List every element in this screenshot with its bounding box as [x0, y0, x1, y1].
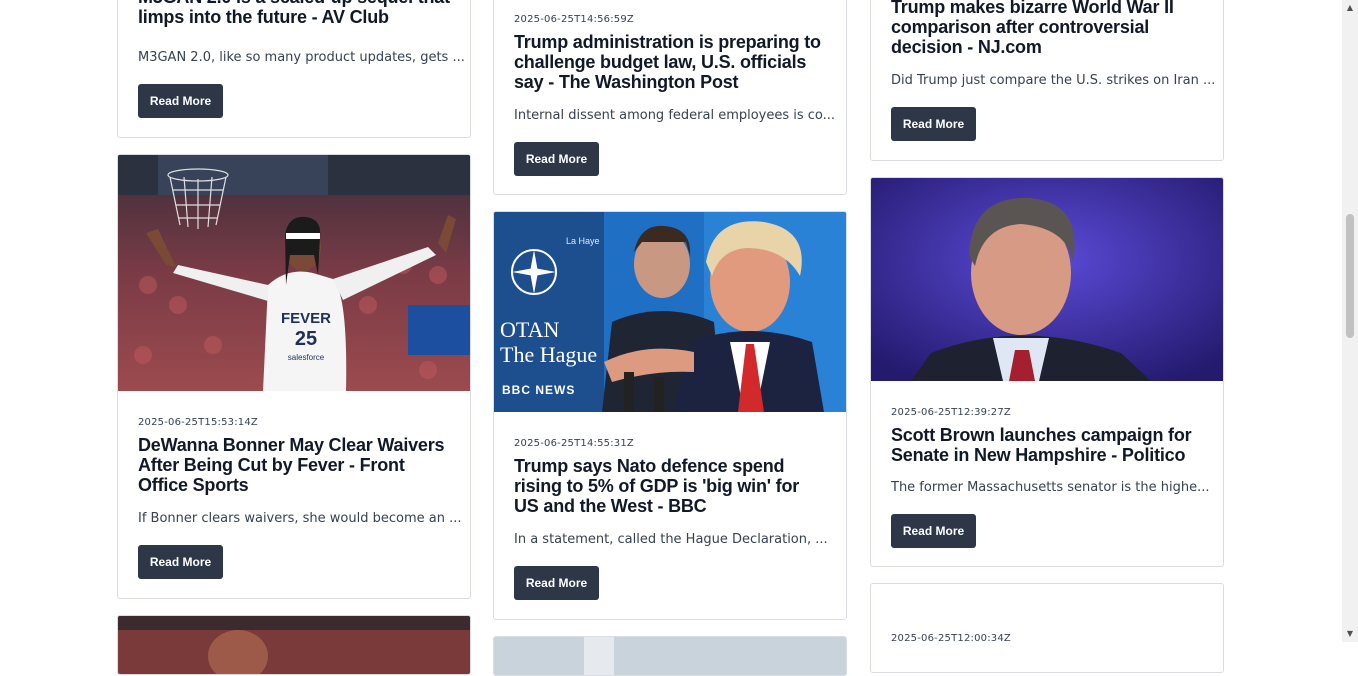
- scroll-up-arrow-icon[interactable]: ▲: [1342, 0, 1358, 16]
- scrollbar-thumb[interactable]: [1346, 214, 1354, 338]
- article-date: 2025-06-25T12:39:27Z: [891, 407, 1011, 418]
- vertical-scrollbar[interactable]: ▲ ▼: [1342, 0, 1358, 642]
- article-image[interactable]: OTAN The Hague La Haye BBC NEWS: [494, 212, 846, 412]
- read-more-button[interactable]: Read More: [514, 142, 599, 176]
- article-title[interactable]: Trump says Nato defence spend rising to …: [514, 456, 826, 516]
- scroll-down-arrow-icon[interactable]: ▼: [1342, 626, 1358, 642]
- read-more-button[interactable]: Read More: [138, 84, 223, 118]
- article-card: M3GAN 2.0 is a scaled-up sequel that lim…: [117, 0, 471, 138]
- read-more-button[interactable]: Read More: [891, 107, 976, 141]
- jersey-number: 25: [295, 328, 317, 350]
- article-photo: [494, 637, 846, 675]
- jersey-text: FEVER: [281, 310, 331, 327]
- article-title[interactable]: Trump administration is preparing to cha…: [514, 32, 826, 92]
- jersey-sponsor: salesforce: [288, 353, 325, 362]
- article-photo: [118, 616, 470, 674]
- read-more-button[interactable]: Read More: [138, 545, 223, 579]
- article-date: 2025-06-25T14:56:59Z: [514, 14, 634, 25]
- article-card: [493, 636, 847, 676]
- hague-sign-text: La Haye: [566, 236, 600, 246]
- article-image[interactable]: [118, 616, 470, 674]
- article-excerpt: If Bonner clears waivers, she would beco…: [138, 511, 462, 526]
- article-excerpt: M3GAN 2.0, like so many product updates,…: [138, 50, 465, 65]
- article-card: [117, 615, 471, 675]
- article-image[interactable]: [871, 178, 1223, 381]
- article-image[interactable]: [494, 637, 846, 675]
- article-excerpt: Internal dissent among federal employees…: [514, 108, 836, 123]
- article-date: 2025-06-25T15:53:14Z: [138, 417, 258, 428]
- nato-summit-photo: OTAN The Hague La Haye BBC NEWS: [494, 212, 846, 412]
- article-card: OTAN The Hague La Haye BBC NEWS 2025-06-…: [493, 211, 847, 620]
- article-date: 2025-06-25T12:00:34Z: [891, 633, 1011, 644]
- article-title[interactable]: Scott Brown launches campaign for Senate…: [891, 425, 1203, 465]
- bbc-news-logo: BBC NEWS: [502, 383, 575, 397]
- article-excerpt: In a statement, called the Hague Declara…: [514, 532, 828, 547]
- article-card: 2025-06-25T12:39:27Z Scott Brown launche…: [870, 177, 1224, 567]
- article-title[interactable]: Trump makes bizarre World War II compari…: [891, 0, 1203, 57]
- article-image[interactable]: FEVER 25 salesforce: [118, 155, 470, 391]
- article-card: FEVER 25 salesforce 2025-06-25T15:53:14Z…: [117, 154, 471, 599]
- read-more-button[interactable]: Read More: [514, 566, 599, 600]
- otan-sign-text: The Hague: [500, 342, 597, 367]
- basketball-player-photo: FEVER 25 salesforce: [118, 155, 470, 391]
- article-date: 2025-06-25T14:55:31Z: [514, 438, 634, 449]
- article-card: 2025-06-25T12:00:34Z: [870, 583, 1224, 673]
- article-title[interactable]: DeWanna Bonner May Clear Waivers After B…: [138, 435, 450, 495]
- article-title[interactable]: M3GAN 2.0 is a scaled-up sequel that lim…: [138, 0, 450, 27]
- nato-sign-text: OTAN: [500, 317, 559, 342]
- politician-portrait-photo: [871, 178, 1223, 381]
- read-more-button[interactable]: Read More: [891, 514, 976, 548]
- article-excerpt: Did Trump just compare the U.S. strikes …: [891, 73, 1216, 88]
- article-card: Trump makes bizarre World War II compari…: [870, 0, 1224, 161]
- article-excerpt: The former Massachusetts senator is the …: [891, 480, 1210, 495]
- article-card: 2025-06-25T14:56:59Z Trump administratio…: [493, 0, 847, 195]
